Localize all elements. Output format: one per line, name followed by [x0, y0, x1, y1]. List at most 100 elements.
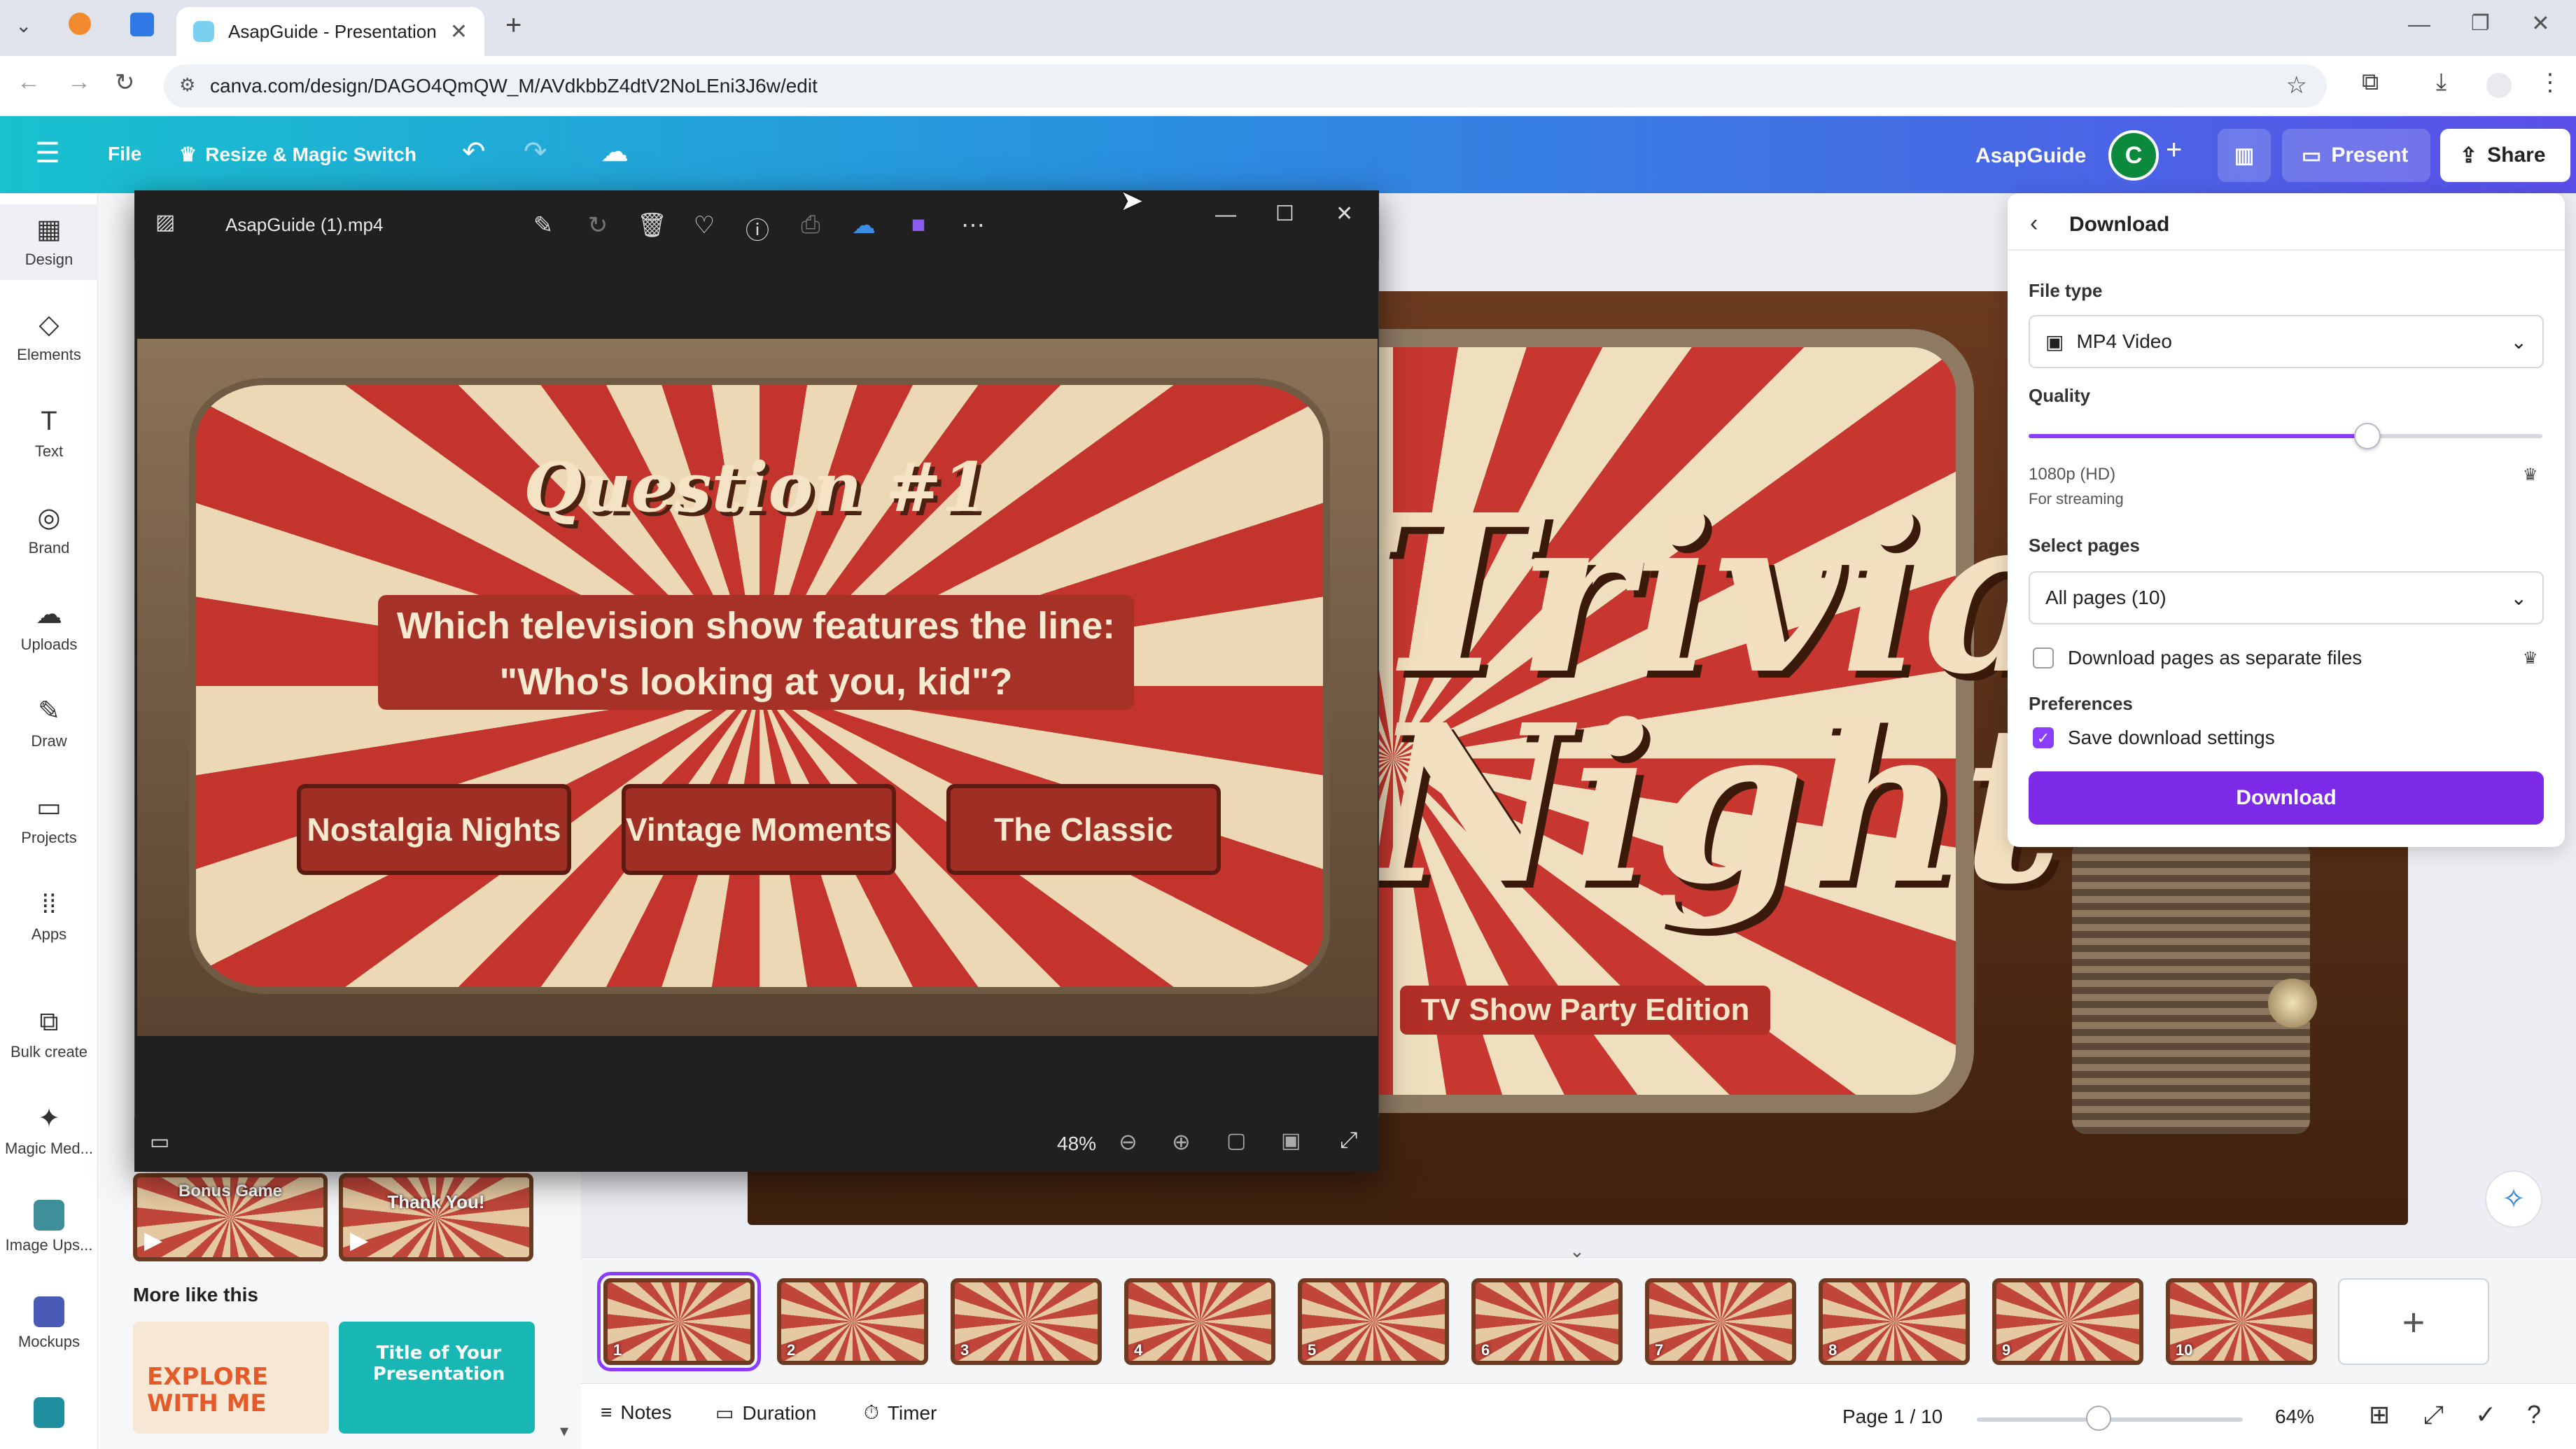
restore-window-icon[interactable]: ❐: [2471, 11, 2490, 36]
present-button[interactable]: ▭ Present: [2282, 129, 2430, 182]
viewer-close-icon[interactable]: ✕: [1336, 202, 1353, 226]
slide-title[interactable]: Trivia Night: [1372, 486, 2064, 913]
site-info-icon[interactable]: ⚙: [179, 74, 195, 96]
rail-projects[interactable]: ▭ Projects: [0, 792, 98, 847]
project-name[interactable]: AsapGuide: [1975, 144, 2086, 168]
fit-to-window-icon[interactable]: ▢: [1226, 1128, 1246, 1153]
user-avatar[interactable]: C: [2108, 130, 2159, 181]
add-page-button[interactable]: +: [2338, 1278, 2489, 1365]
forward-icon[interactable]: →: [67, 69, 91, 96]
save-settings-checkbox[interactable]: ✓: [2033, 727, 2054, 748]
info-icon[interactable]: ⓘ: [743, 211, 771, 246]
insights-button[interactable]: ▥: [2218, 129, 2271, 182]
app-shortcut-icon[interactable]: [34, 1397, 64, 1428]
pinned-tab-icon[interactable]: [69, 13, 91, 35]
page-thumb[interactable]: 8: [1819, 1278, 1970, 1365]
viewer-maximize-icon[interactable]: ☐: [1275, 202, 1294, 226]
download-button[interactable]: Download: [2029, 771, 2544, 825]
page-thumb[interactable]: 4: [1124, 1278, 1275, 1365]
fullscreen-icon[interactable]: ⤢: [2423, 1400, 2444, 1430]
save-settings-option[interactable]: ✓ Save download settings: [2033, 727, 2275, 749]
gallery-icon[interactable]: ▨: [155, 210, 175, 234]
minimize-window-icon[interactable]: —: [2408, 11, 2430, 37]
new-tab-icon[interactable]: +: [505, 10, 522, 41]
page-thumb[interactable]: 10: [2166, 1278, 2317, 1365]
rail-design[interactable]: ▦ Design: [0, 204, 98, 280]
address-bar[interactable]: ⚙ canva.com/design/DAGO4QmQW_M/AVdkbbZ4d…: [164, 64, 2327, 108]
page-thumb[interactable]: 9: [1992, 1278, 2143, 1365]
add-collaborator-icon[interactable]: +: [2166, 134, 2188, 166]
scroll-down-icon[interactable]: ▾: [560, 1421, 568, 1441]
page-thumb[interactable]: 3: [951, 1278, 1102, 1365]
rail-mockups[interactable]: Mockups: [0, 1296, 98, 1351]
viewer-fullscreen-icon[interactable]: ⤢: [1340, 1127, 1358, 1154]
grid-view-icon[interactable]: ⊞: [2369, 1400, 2390, 1429]
template-card-title[interactable]: Title of Your Presentation: [339, 1322, 535, 1434]
delete-icon[interactable]: 🗑: [637, 211, 667, 239]
downloads-icon[interactable]: ⤓: [2436, 69, 2446, 96]
help-icon[interactable]: ?: [2527, 1400, 2541, 1429]
rail-elements[interactable]: ◇ Elements: [0, 309, 98, 364]
onedrive-icon[interactable]: ☁: [850, 211, 878, 239]
rail-text[interactable]: T Text: [0, 406, 98, 461]
clipchamp-icon[interactable]: ■: [904, 211, 932, 239]
browser-menu-icon[interactable]: ⋮: [2538, 69, 2562, 97]
rail-image-upscaler[interactable]: Image Ups...: [0, 1200, 98, 1254]
magic-assistant-icon[interactable]: ✧: [2485, 1170, 2542, 1228]
rail-bulk-create[interactable]: ⧉ Bulk create: [0, 1007, 98, 1061]
reload-icon[interactable]: ↻: [115, 69, 135, 97]
page-indicator[interactable]: Page 1 / 10: [1842, 1406, 1942, 1428]
close-tab-icon[interactable]: ✕: [450, 20, 468, 44]
separate-files-checkbox[interactable]: [2033, 648, 2054, 668]
page-thumb[interactable]: 1: [597, 1272, 761, 1371]
separate-files-option[interactable]: Download pages as separate files: [2033, 647, 2362, 669]
main-menu-icon[interactable]: ☰: [35, 137, 60, 169]
more-options-icon[interactable]: ⋯: [959, 211, 987, 239]
close-window-icon[interactable]: ✕: [2531, 10, 2550, 36]
undo-icon[interactable]: ↶: [462, 136, 486, 168]
rail-apps[interactable]: ⁞⁞ Apps: [0, 889, 98, 944]
zoom-slider-thumb[interactable]: [2086, 1406, 2111, 1431]
zoom-level[interactable]: 64%: [2275, 1406, 2314, 1428]
rail-brand[interactable]: ◎ Brand: [0, 503, 98, 557]
zoom-out-icon[interactable]: ⊖: [1119, 1128, 1138, 1155]
file-type-select[interactable]: ▣ MP4 Video ⌄: [2029, 315, 2544, 368]
check-icon[interactable]: ✓: [2475, 1400, 2496, 1429]
zoom-in-icon[interactable]: ⊕: [1172, 1128, 1191, 1155]
tab-search-chevron-icon[interactable]: ⌄: [15, 14, 31, 37]
share-button[interactable]: ⇪ Share: [2440, 129, 2570, 182]
bookmark-star-icon[interactable]: ☆: [2286, 71, 2307, 99]
template-card-explore[interactable]: EXPLORE WITH ME: [133, 1322, 329, 1434]
browser-tab-active[interactable]: AsapGuide - Presentation ✕: [176, 7, 484, 56]
favorite-icon[interactable]: ♡: [690, 211, 718, 239]
page-thumb[interactable]: 2: [777, 1278, 928, 1365]
rail-uploads[interactable]: ☁ Uploads: [0, 599, 98, 654]
rotate-icon[interactable]: ↻: [584, 211, 612, 239]
print-icon[interactable]: ⎙: [797, 211, 825, 239]
filmstrip-toggle-icon[interactable]: ▭: [150, 1130, 169, 1154]
slide-subtitle[interactable]: TV Show Party Edition: [1400, 986, 1771, 1035]
notes-button[interactable]: ≡ Notes: [601, 1401, 672, 1424]
extensions-icon[interactable]: ⧉: [2362, 69, 2379, 96]
resize-magic-switch-button[interactable]: ♛ Resize & Magic Switch: [179, 143, 416, 166]
template-thumb-bonus-game[interactable]: Bonus Game ▶: [133, 1173, 328, 1261]
edit-image-icon[interactable]: ✎: [529, 211, 557, 239]
back-chevron-icon[interactable]: ‹: [2030, 210, 2038, 237]
rail-magic-media[interactable]: ✦ Magic Med...: [0, 1103, 98, 1158]
page-thumb[interactable]: 5: [1298, 1278, 1449, 1365]
cloud-save-icon[interactable]: ☁: [601, 136, 629, 168]
file-menu-button[interactable]: File: [108, 143, 141, 165]
rail-draw[interactable]: ✎ Draw: [0, 696, 98, 750]
duration-button[interactable]: ▭ Duration: [715, 1401, 816, 1424]
select-pages-select[interactable]: All pages (10) ⌄: [2029, 571, 2544, 624]
timer-button[interactable]: ⏱ Timer: [864, 1401, 937, 1424]
page-thumb[interactable]: 6: [1471, 1278, 1623, 1365]
back-icon[interactable]: ←: [17, 69, 41, 96]
page-thumb[interactable]: 7: [1645, 1278, 1796, 1365]
pinned-tab-icon[interactable]: [130, 13, 154, 36]
profile-avatar[interactable]: [2486, 73, 2512, 98]
template-thumb-thank-you[interactable]: Thank You! ▶: [339, 1173, 533, 1261]
actual-size-icon[interactable]: ▣: [1281, 1128, 1301, 1153]
redo-icon[interactable]: ↷: [524, 136, 547, 168]
viewer-minimize-icon[interactable]: —: [1215, 203, 1236, 227]
